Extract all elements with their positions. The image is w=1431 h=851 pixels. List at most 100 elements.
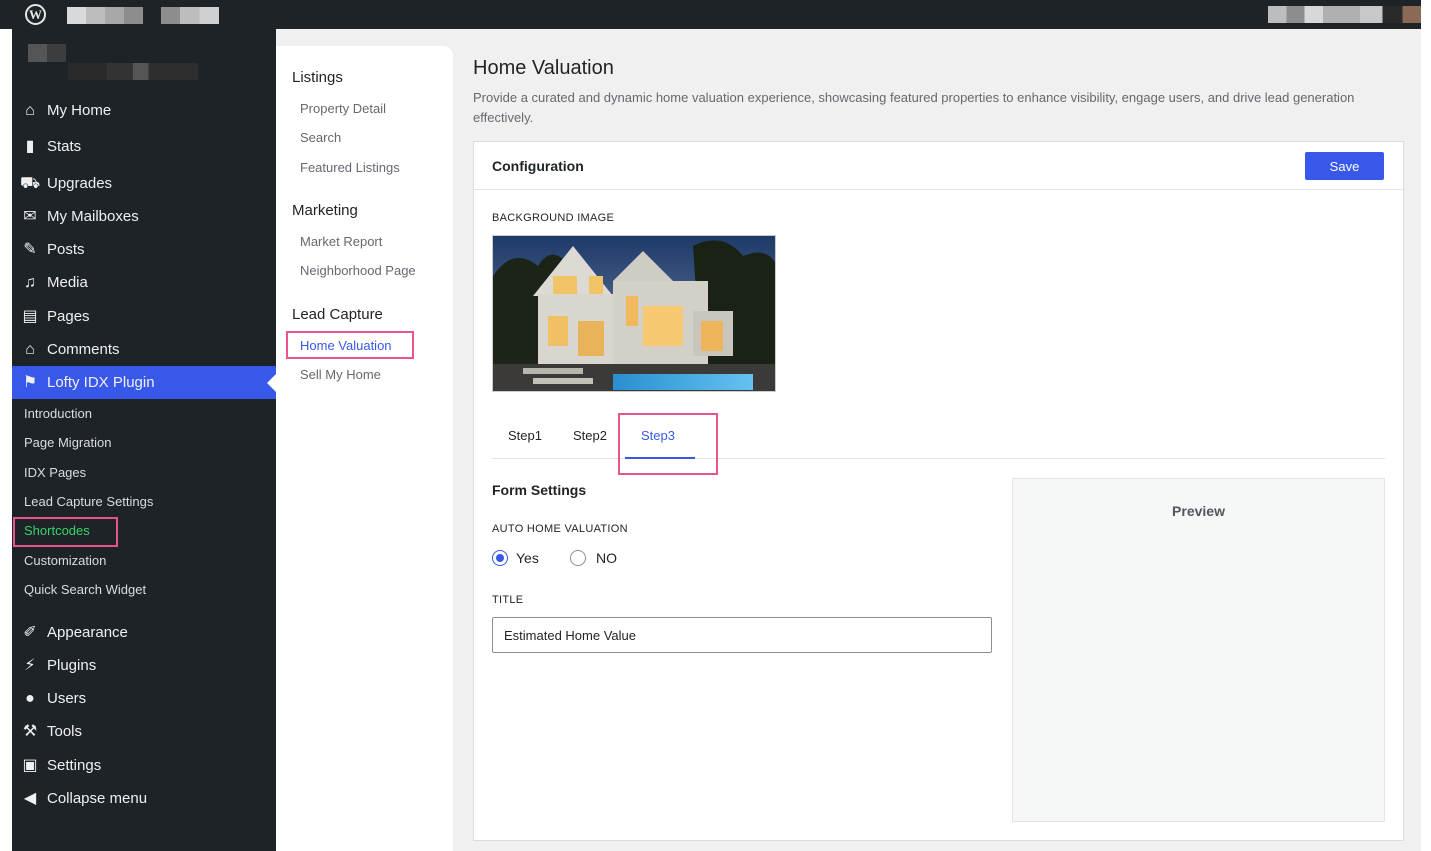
title-field-label: TITLE [492, 594, 524, 606]
lofty-icon: ⚑ [22, 373, 38, 391]
comments-icon: ⌂ [25, 340, 35, 358]
tab-step1[interactable]: Step1 [508, 428, 542, 443]
menu-label: Plugins [47, 657, 97, 674]
menu-label: Stats [47, 138, 82, 155]
admin-bar: W [0, 0, 1421, 29]
house-image [493, 236, 775, 391]
user-icon: ● [25, 689, 35, 707]
tab-step2[interactable]: Step2 [573, 428, 607, 443]
menu-stats[interactable]: ▮ Stats [12, 130, 276, 163]
subnav-link-property-detail[interactable]: Property Detail [300, 101, 386, 116]
radio-yes[interactable] [492, 550, 508, 566]
menu-item-redacted[interactable] [161, 7, 219, 24]
account-redacted[interactable] [1268, 6, 1421, 23]
menu-settings[interactable]: ▣ Settings [12, 749, 276, 782]
mail-icon: ✉ [23, 207, 37, 225]
menu-media[interactable]: ♫ Media [12, 266, 276, 299]
site-name-redacted[interactable] [67, 7, 143, 24]
menu-lofty-idx-plugin[interactable]: ⚑ Lofty IDX Plugin [12, 366, 276, 399]
menu-label: Settings [47, 757, 102, 774]
submenu-page-migration[interactable]: Page Migration [12, 428, 276, 457]
submenu-label: Quick Search Widget [24, 582, 147, 597]
current-menu-arrow [267, 374, 276, 392]
page-title: Home Valuation [473, 57, 614, 79]
submenu-quick-search-widget[interactable]: Quick Search Widget [12, 575, 276, 604]
submenu-label: Page Migration [24, 435, 112, 450]
submenu-customization[interactable]: Customization [12, 546, 276, 575]
subnav-link-neighborhood-page[interactable]: Neighborhood Page [300, 263, 416, 278]
page-description: Provide a curated and dynamic home valua… [473, 90, 1355, 125]
menu-posts[interactable]: ✎ Posts [12, 233, 276, 266]
home-icon: ⌂ [25, 101, 35, 119]
preview-panel: Preview [1012, 478, 1385, 822]
card-header: Configuration Save [474, 142, 1403, 190]
title-input[interactable] [492, 617, 992, 653]
submenu-label: IDX Pages [24, 465, 87, 480]
menu-label: My Home [47, 102, 112, 119]
menu-label: Posts [47, 241, 85, 258]
plugin-subnav: Listings Property Detail Search Featured… [276, 46, 453, 851]
configuration-title: Configuration [492, 158, 584, 174]
submenu-idx-pages[interactable]: IDX Pages [12, 458, 276, 487]
menu-label: Pages [47, 308, 90, 325]
background-image[interactable] [492, 235, 776, 392]
subnav-link-sell-my-home[interactable]: Sell My Home [300, 367, 381, 382]
collapse-icon: ◀ [23, 789, 37, 807]
menu-users[interactable]: ● Users [12, 682, 276, 715]
subnav-link-search[interactable]: Search [300, 130, 341, 145]
configuration-card: Configuration Save BACKGROUND IMAGE Step… [473, 141, 1404, 841]
save-button[interactable]: Save [1305, 152, 1384, 180]
menu-comments[interactable]: ⌂ Comments [12, 333, 276, 366]
subnav-heading-listings: Listings [292, 69, 343, 86]
menu-upgrades[interactable]: ⛟ Upgrades [12, 167, 276, 200]
subnav-link-market-report[interactable]: Market Report [300, 234, 382, 249]
media-icon: ♫ [24, 273, 36, 291]
menu-label: Lofty IDX Plugin [47, 374, 155, 391]
wrench-icon: ⚒ [22, 722, 38, 740]
pin-icon: ✎ [23, 240, 37, 258]
menu-pages[interactable]: ▤ Pages [12, 300, 276, 333]
submenu-lead-capture-settings[interactable]: Lead Capture Settings [12, 487, 276, 516]
shortcodes-highlight [13, 517, 118, 547]
menu-label: Appearance [47, 624, 128, 641]
menu-label: Comments [47, 341, 120, 358]
menu-label: Collapse menu [47, 790, 148, 807]
radio-no-label[interactable]: NO [596, 550, 617, 566]
subnav-link-featured-listings[interactable]: Featured Listings [300, 160, 400, 175]
submenu-label: Introduction [24, 406, 92, 421]
subnav-heading-lead-capture: Lead Capture [292, 306, 383, 323]
settings-icon: ▣ [22, 756, 38, 774]
site-header-redacted [22, 29, 276, 81]
submenu-introduction[interactable]: Introduction [12, 399, 276, 428]
menu-plugins[interactable]: ⚡ Plugins [12, 649, 276, 682]
background-image-label: BACKGROUND IMAGE [492, 212, 615, 224]
submenu-label: Customization [24, 553, 107, 568]
admin-sidebar: ⌂ My Home ▮ Stats ⛟ Upgrades ✉ My Mailboxes … [12, 29, 276, 851]
menu-label: Media [47, 274, 88, 291]
site-title-redacted [68, 63, 198, 80]
menu-collapse[interactable]: ◀ Collapse menu [12, 782, 276, 815]
radio-no[interactable] [570, 550, 586, 566]
wordpress-logo-icon[interactable]: W [25, 4, 46, 25]
cart-icon: ⛟ [20, 174, 41, 192]
preview-title: Preview [1172, 503, 1225, 519]
subnav-heading-marketing: Marketing [292, 202, 358, 219]
menu-my-home[interactable]: ⌂ My Home [12, 94, 276, 127]
site-avatar-redacted [28, 44, 66, 62]
menu-label: My Mailboxes [47, 208, 139, 225]
menu-label: Upgrades [47, 175, 113, 192]
menu-tools[interactable]: ⚒ Tools [12, 715, 276, 748]
radio-yes-label[interactable]: Yes [516, 550, 539, 566]
menu-my-mailboxes[interactable]: ✉ My Mailboxes [12, 200, 276, 233]
brush-icon: ✐ [23, 623, 37, 641]
home-valuation-highlight [286, 331, 414, 359]
menu-appearance[interactable]: ✐ Appearance [12, 616, 276, 649]
plug-icon: ⚡ [24, 656, 36, 674]
menu-label: Users [47, 690, 87, 707]
pages-icon: ▤ [22, 307, 38, 325]
form-settings-title: Form Settings [492, 482, 587, 498]
menu-label: Tools [47, 723, 83, 740]
auto-home-valuation-label: AUTO HOME VALUATION [492, 523, 628, 535]
bar-chart-icon: ▮ [25, 137, 35, 155]
submenu-label: Lead Capture Settings [24, 494, 154, 509]
